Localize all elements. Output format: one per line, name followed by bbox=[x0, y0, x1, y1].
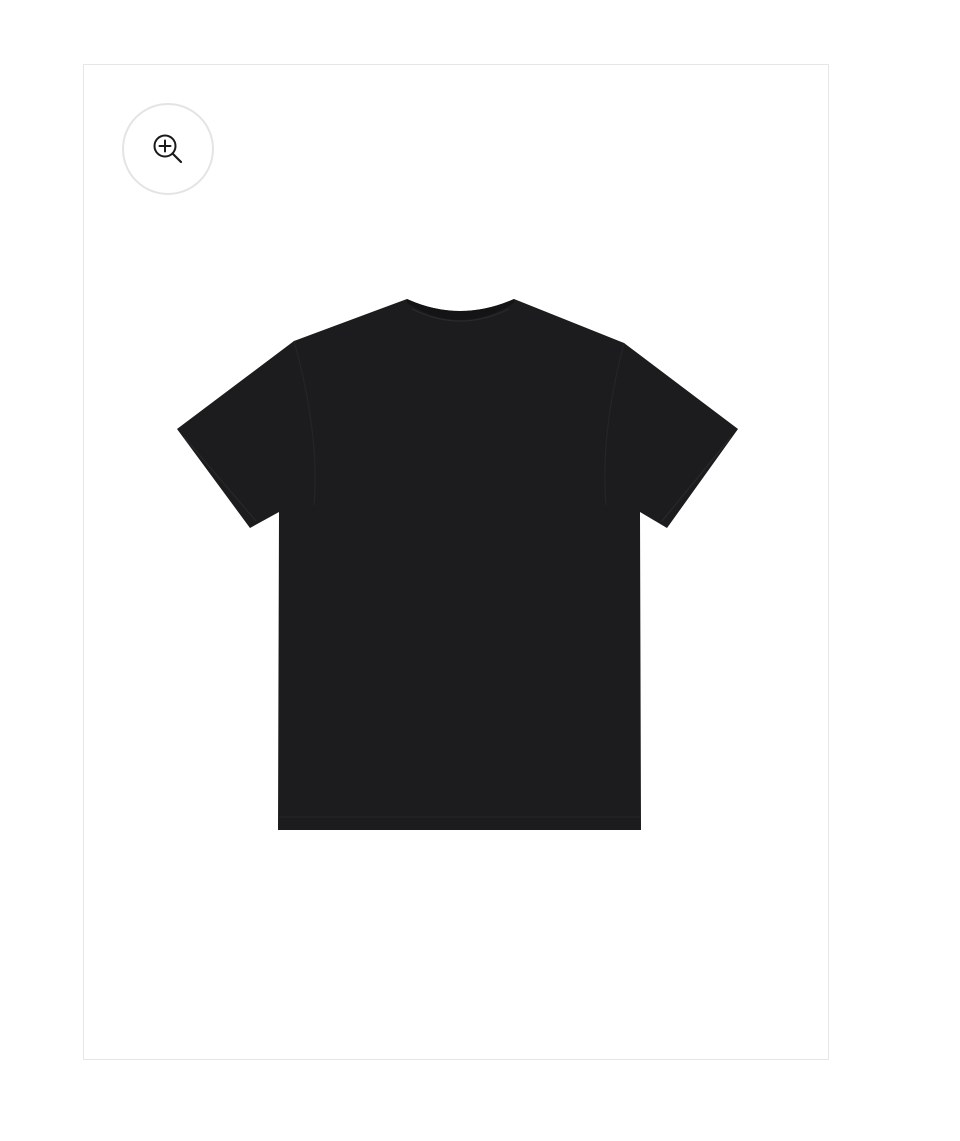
product-image-frame bbox=[83, 64, 829, 1060]
zoom-in-icon bbox=[153, 134, 183, 164]
product-gallery-page bbox=[0, 0, 960, 1141]
product-image[interactable] bbox=[84, 65, 828, 1059]
tshirt-shape bbox=[177, 299, 738, 830]
zoom-button[interactable] bbox=[122, 103, 214, 195]
